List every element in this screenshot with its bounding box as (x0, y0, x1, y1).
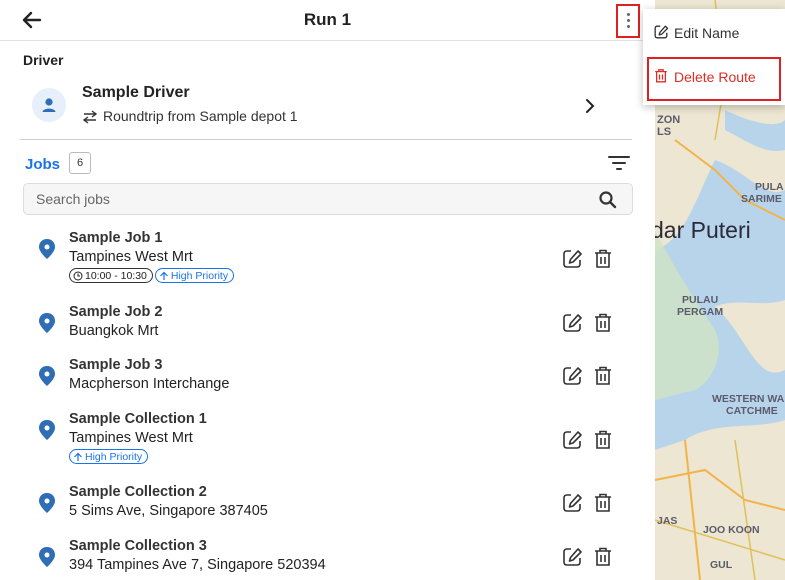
job-name: Sample Job 1 (69, 230, 163, 246)
trash-icon (595, 547, 611, 566)
arrow-up-icon (74, 452, 82, 461)
map-label: PULAU (682, 294, 719, 306)
map-label: JAS (657, 515, 678, 527)
job-address: Buangkok Mrt (69, 323, 159, 339)
job-badges: High Priority (69, 449, 150, 467)
search-input[interactable] (36, 190, 576, 208)
header-bar: Run 1 (0, 0, 655, 41)
edit-icon (563, 250, 582, 268)
trash-icon (595, 430, 611, 449)
search-icon[interactable] (598, 190, 618, 210)
job-name: Sample Collection 2 (69, 484, 207, 500)
map-label: JOO KOON (703, 524, 760, 536)
delete-job-button[interactable] (592, 365, 614, 387)
more-options-menu: Edit Name Delete Route (643, 9, 785, 105)
time-window-badge: 10:00 - 10:30 (69, 268, 153, 283)
job-name: Sample Collection 3 (69, 538, 207, 554)
edit-job-button[interactable] (561, 365, 583, 387)
driver-route: Roundtrip from Sample depot 1 (82, 108, 298, 124)
job-name: Sample Job 3 (69, 357, 163, 373)
location-pin-icon (39, 239, 55, 259)
map-label: PULA (755, 181, 784, 193)
job-badges: 10:00 - 10:30 High Priority (69, 268, 236, 286)
filter-icon[interactable] (608, 155, 630, 171)
priority-text: High Priority (170, 270, 229, 282)
map-label: PERGAM (677, 306, 724, 318)
jobs-tab[interactable]: Jobs (25, 156, 60, 173)
job-name: Sample Collection 1 (69, 411, 207, 427)
clock-icon (73, 271, 83, 281)
search-box (23, 183, 633, 215)
jobs-count-badge: 6 (69, 152, 91, 174)
edit-job-button[interactable] (561, 546, 583, 568)
time-window-text: 10:00 - 10:30 (85, 270, 147, 282)
edit-icon (563, 494, 582, 512)
edit-icon (563, 314, 582, 332)
arrow-up-icon (159, 271, 168, 280)
more-vertical-icon-dot (627, 25, 630, 28)
driver-row[interactable]: Sample Driver Roundtrip from Sample depo… (20, 80, 630, 132)
location-pin-icon (39, 420, 55, 440)
delete-job-button[interactable] (592, 492, 614, 514)
map-label: ZON (657, 114, 681, 126)
menu-item-edit-name[interactable]: Edit Name (643, 17, 785, 49)
edit-icon (654, 25, 669, 39)
job-address: Macpherson Interchange (69, 376, 230, 392)
delete-job-button[interactable] (592, 546, 614, 568)
job-address: Tampines West Mrt (69, 430, 193, 446)
edit-job-button[interactable] (561, 248, 583, 270)
chevron-right-icon (586, 99, 595, 113)
map-label: LS (657, 126, 672, 138)
priority-badge: High Priority (69, 449, 149, 464)
person-icon (42, 98, 56, 112)
more-vertical-icon-dot (627, 19, 630, 22)
divider (20, 139, 632, 140)
edit-icon (563, 367, 582, 385)
edit-job-button[interactable] (561, 492, 583, 514)
edit-icon (563, 548, 582, 566)
more-options-button[interactable] (616, 4, 640, 38)
job-address: 394 Tampines Ave 7, Singapore 520394 (69, 557, 326, 573)
trash-icon (595, 313, 611, 332)
trash-icon (595, 493, 611, 512)
trash-icon (595, 249, 611, 268)
job-name: Sample Job 2 (69, 304, 163, 320)
map-label: GUL (710, 559, 733, 571)
menu-item-label: Edit Name (674, 25, 740, 41)
location-pin-icon (39, 493, 55, 513)
map-label: SARIME (741, 193, 782, 205)
location-pin-icon (39, 366, 55, 386)
priority-badge: High Priority (154, 268, 235, 283)
edit-icon (563, 431, 582, 449)
delete-job-button[interactable] (592, 429, 614, 451)
trash-icon (655, 69, 667, 83)
priority-text: High Priority (85, 451, 143, 463)
location-pin-icon (39, 547, 55, 567)
map-label: dar Puteri (655, 217, 751, 243)
menu-item-delete-route[interactable]: Delete Route (647, 57, 781, 101)
swap-arrows-icon (82, 110, 98, 124)
driver-name: Sample Driver (82, 84, 190, 101)
delete-job-button[interactable] (592, 248, 614, 270)
job-address: Tampines West Mrt (69, 249, 193, 265)
job-address: 5 Sims Ave, Singapore 387405 (69, 503, 268, 519)
trash-icon (595, 366, 611, 385)
location-pin-icon (39, 313, 55, 333)
avatar (32, 88, 66, 122)
menu-item-label: Delete Route (674, 69, 756, 85)
driver-section-label: Driver (23, 52, 64, 68)
delete-job-button[interactable] (592, 312, 614, 334)
run-panel: Run 1 Driver Sample Driver Roundtrip fro… (0, 0, 655, 580)
map-label: CATCHME (726, 405, 778, 417)
driver-route-text: Roundtrip from Sample depot 1 (103, 108, 298, 124)
edit-job-button[interactable] (561, 429, 583, 451)
map-label: WESTERN WA (712, 393, 785, 405)
edit-job-button[interactable] (561, 312, 583, 334)
page-title: Run 1 (303, 10, 352, 29)
more-vertical-icon (627, 13, 630, 16)
